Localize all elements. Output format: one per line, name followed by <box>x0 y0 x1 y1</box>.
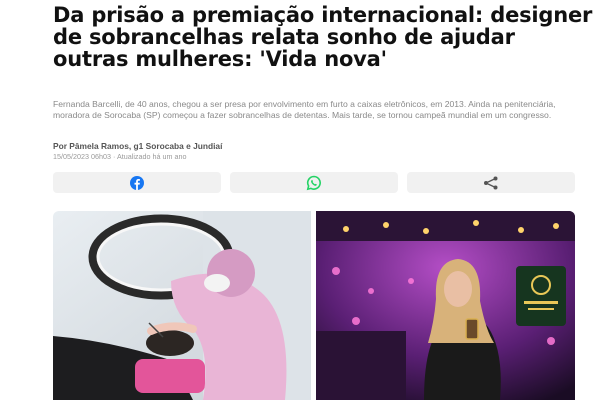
share-icon <box>484 176 498 189</box>
facebook-icon <box>130 175 144 190</box>
whatsapp-icon <box>306 175 321 190</box>
photo-award-holder[interactable] <box>316 211 575 400</box>
photo-gallery <box>53 211 575 400</box>
share-button[interactable] <box>407 172 575 193</box>
facebook-share-button[interactable] <box>53 172 221 193</box>
photo-designer-at-work[interactable] <box>53 211 312 400</box>
dateline: 15/05/2023 06h03 · Atualizado há um ano <box>53 152 187 161</box>
article: Da prisão a premiação internacional: des… <box>0 0 600 400</box>
whatsapp-share-button[interactable] <box>230 172 398 193</box>
article-summary: Fernanda Barcelli, de 40 anos, chegou a … <box>53 99 556 120</box>
byline[interactable]: Por Pâmela Ramos, g1 Sorocaba e Jundiaí <box>53 141 222 151</box>
headline: Da prisão a premiação internacional: des… <box>53 3 593 71</box>
share-bar <box>53 172 575 193</box>
